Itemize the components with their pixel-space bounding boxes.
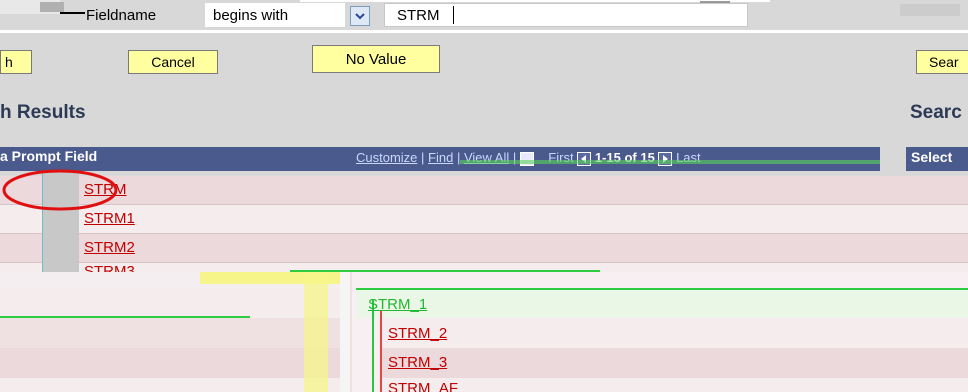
render-artifact: [900, 4, 960, 16]
search-button[interactable]: h: [0, 50, 32, 74]
result-link[interactable]: STRM2: [84, 239, 135, 256]
operator-dropdown-button[interactable]: [350, 6, 370, 26]
row-divider: [0, 204, 968, 205]
result-link[interactable]: STRM3: [84, 265, 135, 272]
customize-link[interactable]: Customize: [356, 150, 417, 165]
search-value-text: STRM: [397, 7, 440, 24]
search-value-input[interactable]: STRM: [384, 3, 748, 27]
cancel-button-label: Cancel: [151, 54, 195, 70]
row-divider: [0, 262, 968, 263]
render-artifact: [380, 310, 382, 392]
chevron-down-icon: [355, 12, 365, 19]
divider: [0, 30, 968, 33]
grid-title: a Prompt Field: [0, 148, 98, 164]
search-button-label: h: [5, 54, 13, 70]
list-item: [380, 318, 968, 348]
row-divider: [0, 233, 968, 234]
render-artifact: [340, 272, 350, 392]
annotation-ellipse: [2, 169, 118, 211]
render-artifact: [40, 2, 64, 12]
list-item: [0, 318, 346, 348]
render-artifact: [304, 272, 328, 392]
select-column-header: Select: [906, 147, 968, 171]
overlay-result-link[interactable]: STRM_AF: [388, 381, 458, 392]
table-row: [0, 205, 968, 234]
table-row: [0, 176, 968, 205]
find-link[interactable]: Find: [428, 150, 453, 165]
results-heading: h Results: [0, 102, 86, 123]
overlay-result-link[interactable]: STRM_3: [388, 354, 447, 371]
overlay-result-link[interactable]: STRM_2: [388, 325, 447, 342]
list-item: [0, 288, 346, 318]
list-item: [0, 378, 346, 392]
results-grid-header: a Prompt Field Customize | Find | View A…: [0, 147, 880, 171]
render-artifact: [460, 160, 880, 164]
text-cursor: [453, 6, 454, 24]
table-row: [0, 234, 968, 263]
cancel-button[interactable]: Cancel: [128, 50, 218, 74]
render-artifact: [700, 1, 730, 3]
no-value-button[interactable]: No Value: [312, 45, 440, 73]
overlay-result-link[interactable]: STRM_1: [368, 296, 427, 313]
render-artifact: [0, 316, 250, 318]
operator-select[interactable]: begins with: [205, 3, 345, 27]
field-label: Fieldname: [86, 7, 157, 24]
search-right-button-label: Sear: [929, 54, 959, 70]
list-item: [380, 378, 968, 392]
search-right-heading: Searc: [910, 102, 962, 123]
list-item: [0, 348, 346, 378]
list-item: [380, 348, 968, 378]
render-artifact: [372, 300, 374, 392]
operator-select-value: begins with: [213, 7, 289, 24]
list-item: [356, 288, 968, 318]
render-artifact: [60, 12, 85, 14]
search-right-button[interactable]: Sear: [916, 50, 968, 74]
no-value-button-label: No Value: [345, 50, 407, 68]
